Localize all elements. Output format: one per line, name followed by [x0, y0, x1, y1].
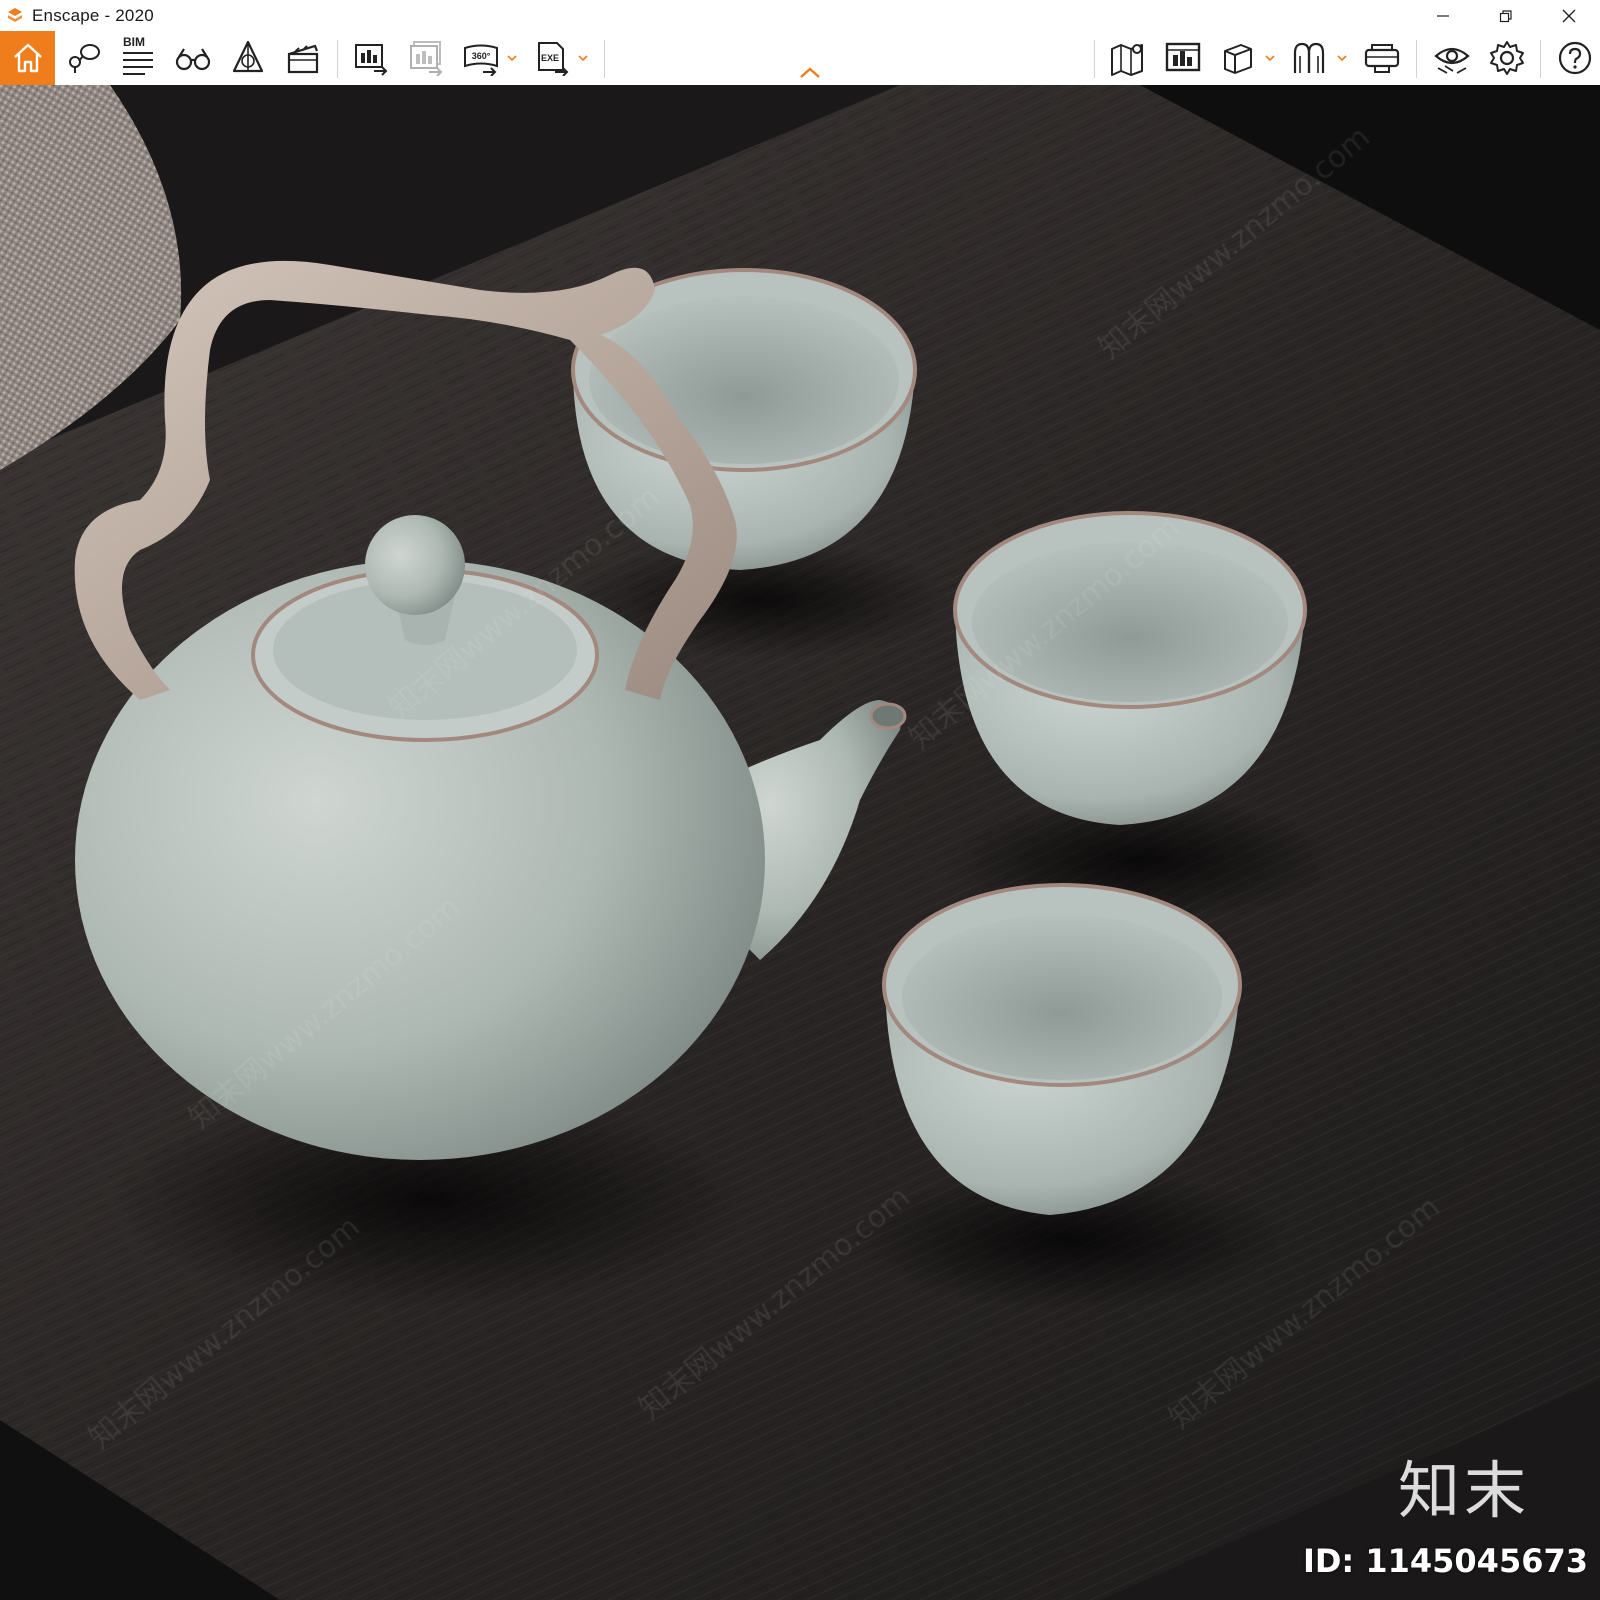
exe-export-icon: EXE	[538, 42, 569, 76]
panorama-360-icon: 360°	[464, 44, 498, 76]
panorama-dropdown-caret[interactable]	[504, 31, 520, 85]
view-mode-dropdown-caret[interactable]	[1262, 31, 1278, 85]
batch-render-button[interactable]	[401, 31, 451, 85]
toolbar-separator	[337, 40, 338, 78]
title-bar: Enscape - 2020	[0, 0, 1600, 31]
views-button[interactable]	[58, 31, 108, 85]
collapse-toolbar-button[interactable]	[798, 65, 822, 81]
enscape-logo-icon	[4, 5, 26, 27]
material-editor-button[interactable]	[223, 31, 273, 85]
objects-dropdown-caret[interactable]	[1334, 31, 1350, 85]
arches-icon	[1293, 42, 1325, 73]
chevron-down-icon	[507, 55, 517, 62]
vr-headset-icon	[1364, 44, 1400, 73]
minimap-button[interactable]	[1103, 31, 1153, 85]
close-icon	[1562, 9, 1575, 22]
cube-icon	[1224, 44, 1252, 74]
restore-button[interactable]	[1474, 0, 1537, 31]
bim-info-button[interactable]: BIM	[113, 31, 163, 85]
tea-set-render: 知末网www.znzmo.com 知末网www.znzmo.com 知末网www…	[0, 85, 1600, 1600]
home-icon	[13, 43, 42, 73]
view-mode-button[interactable]	[1213, 31, 1263, 85]
pyramid-icon	[232, 40, 264, 73]
chevron-down-icon	[1337, 55, 1347, 62]
clapperboard-icon	[287, 44, 319, 74]
id-watermark: ID: 1145045673	[1302, 1542, 1588, 1580]
bim-list-icon	[123, 52, 153, 75]
brand-watermark: 知末	[1397, 1454, 1530, 1527]
restore-icon	[1499, 9, 1512, 22]
minimize-button[interactable]	[1411, 0, 1474, 31]
home-button[interactable]	[0, 31, 55, 85]
visibility-button[interactable]	[1427, 31, 1477, 85]
svg-text:360°: 360°	[472, 51, 491, 61]
chevron-down-icon	[578, 55, 588, 62]
map-pin-icon	[1111, 44, 1143, 76]
help-icon	[1558, 41, 1592, 75]
gear-icon	[1490, 41, 1524, 75]
exe-dropdown-caret[interactable]	[575, 31, 591, 85]
toolbar-separator	[1094, 40, 1095, 78]
image-export-icon	[355, 44, 388, 76]
chevron-down-icon	[1265, 55, 1275, 62]
toolbar-separator	[1540, 40, 1541, 78]
pin-and-bubble-icon	[69, 44, 100, 73]
render-viewport[interactable]: 知末网www.znzmo.com 知末网www.znzmo.com 知末网www…	[0, 85, 1600, 1600]
render-screenshot-button[interactable]	[346, 31, 396, 85]
image-sync-icon	[1165, 42, 1201, 72]
eye-icon	[1434, 47, 1470, 74]
batch-image-export-icon	[410, 41, 443, 76]
settings-button[interactable]	[1482, 31, 1532, 85]
minimize-icon	[1436, 14, 1449, 17]
export-exe-button[interactable]: EXE	[527, 31, 577, 85]
objects-button[interactable]	[1285, 31, 1335, 85]
video-editor-button[interactable]	[278, 31, 328, 85]
toolbar-separator	[1416, 40, 1417, 78]
toolbar-separator	[604, 40, 605, 78]
help-button[interactable]	[1550, 31, 1600, 85]
asset-library-button[interactable]	[168, 31, 218, 85]
close-button[interactable]	[1537, 0, 1600, 31]
bim-label: BIM	[123, 35, 145, 49]
binoculars-icon	[175, 48, 211, 71]
panorama-360-button[interactable]: 360°	[456, 31, 506, 85]
svg-text:EXE: EXE	[541, 53, 559, 63]
window-title: Enscape - 2020	[32, 5, 154, 25]
enscape-toolbar: BIM 360° EXE	[0, 31, 1600, 86]
chevron-up-icon	[800, 67, 820, 78]
sync-views-button[interactable]	[1158, 31, 1208, 85]
vr-headset-button[interactable]	[1357, 31, 1407, 85]
window-controls	[1411, 0, 1600, 31]
